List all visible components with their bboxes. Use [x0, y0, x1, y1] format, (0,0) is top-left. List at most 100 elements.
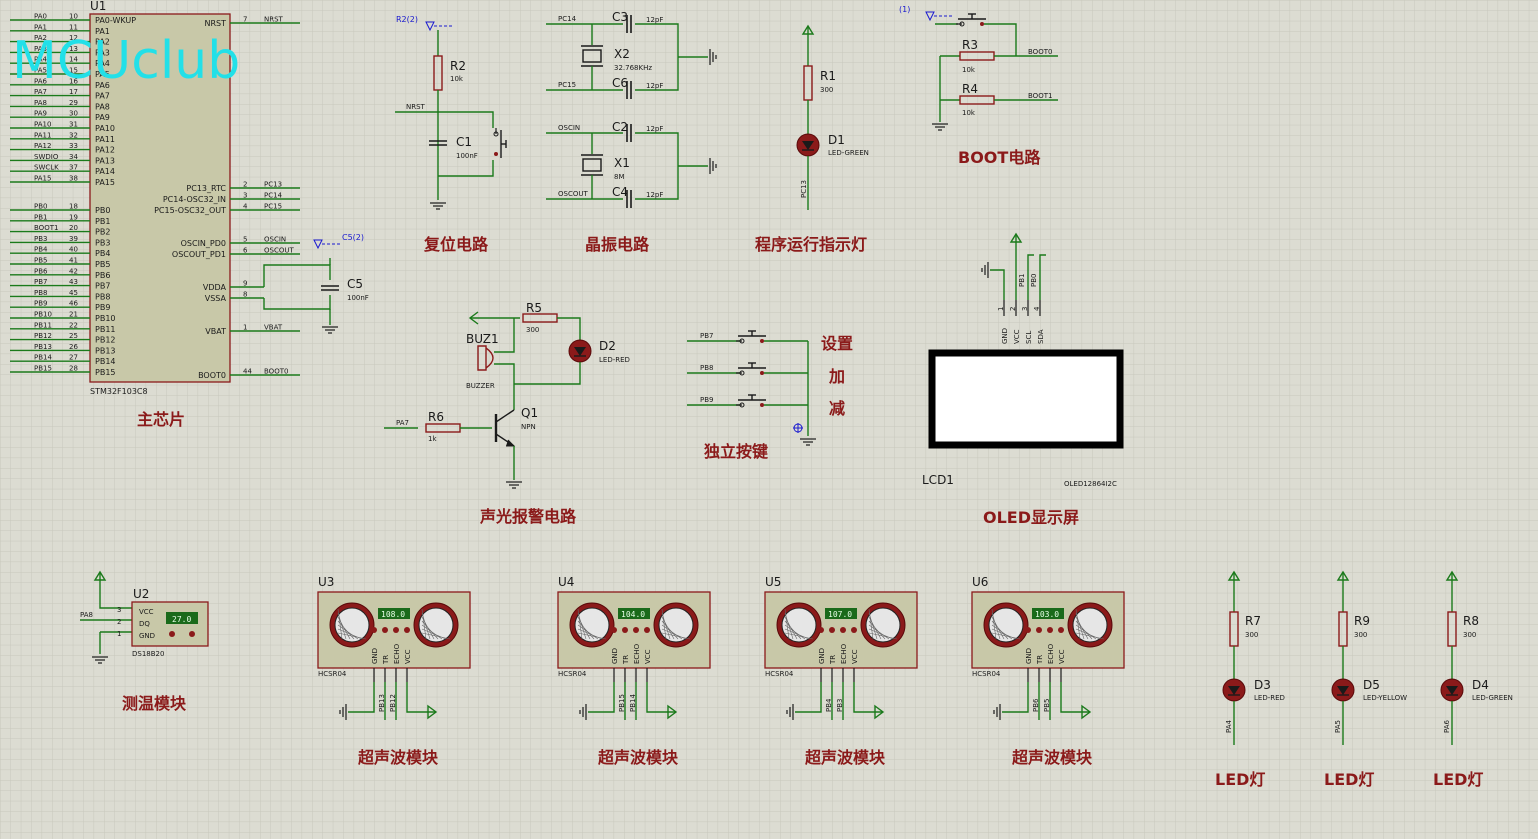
mcu-pin-num: 6	[243, 247, 248, 255]
mcu-pin-net: PB15	[34, 365, 52, 373]
ds-part: DS18B20	[132, 650, 164, 658]
caption-ultrasonic: 超声波模块	[804, 748, 886, 767]
mcu-pin-net: SWCLK	[34, 164, 59, 172]
mcu-pin-net: BOOT0	[264, 368, 288, 376]
ultra-part: HCSR04	[558, 670, 587, 678]
mcu-pin-name: PB2	[95, 228, 110, 237]
mcu-pin-num: 4	[243, 203, 248, 211]
caption-crystal: 晶振电路	[585, 235, 650, 254]
mcu-pin-name: PB0	[95, 206, 110, 215]
boot-probe: (1)	[899, 5, 910, 14]
mcu-pin-name: PA9	[95, 113, 110, 122]
mcu-pin-num: 28	[69, 365, 78, 373]
ultra-net-echo: PB14	[629, 694, 637, 712]
mcu-pin-name: PB3	[95, 238, 110, 247]
caption-ultrasonic: 超声波模块	[1011, 748, 1093, 767]
ultra-ref: U6	[972, 575, 988, 589]
mcu-pin-net: SWDIO	[34, 153, 59, 161]
caption-key-set: 设置	[821, 334, 853, 353]
mcu-pin-net: PB8	[34, 289, 47, 297]
oled-pin-label: GND	[1001, 328, 1009, 344]
ultra-reading: 107.0	[828, 610, 852, 619]
mcu-pin-name: PA11	[95, 135, 115, 144]
boot1-net: BOOT1	[1028, 92, 1052, 100]
led-r-value: 300	[1463, 631, 1476, 639]
mcu-pin-name: OSCIN_PD0	[181, 239, 226, 248]
mcu-pin-net: NRST	[264, 16, 284, 24]
r4-value: 10k	[962, 109, 976, 117]
mcu-pin-net: PC15	[264, 203, 282, 211]
c3-value: 12pF	[646, 16, 663, 24]
mcu-pin-name: PA14	[95, 167, 115, 176]
mcu-pin-num: 29	[69, 99, 78, 107]
ds-pin-vcc: VCC	[139, 608, 154, 616]
net-oscin: OSCIN	[558, 124, 580, 132]
ds-net: PA8	[80, 611, 93, 619]
mcu-pin-name: PC14-OSC32_IN	[163, 195, 226, 204]
caption-alarm: 声光报警电路	[479, 507, 577, 526]
caption-ultrasonic: 超声波模块	[597, 748, 679, 767]
c2-ref: C2	[612, 120, 628, 134]
mcu-pin-num: 2	[243, 181, 247, 189]
mcu-pin-name: PB12	[95, 336, 116, 345]
net-pc15: PC15	[558, 81, 576, 89]
mcu-pin-net: PB4	[34, 246, 48, 254]
mcu-pin-name: PA15	[95, 178, 115, 187]
mcu-pin-net: PA15	[34, 175, 51, 183]
mcu-pin-num: 44	[243, 368, 252, 376]
ultra-net-trig: PB6	[1032, 698, 1040, 712]
ultra-pin-label: TR	[1036, 655, 1044, 665]
ds-pin-dq: DQ	[139, 620, 150, 628]
mcu-pin-net: PB10	[34, 311, 52, 319]
mcu-pin-num: 39	[69, 235, 78, 243]
led-r-ref: R9	[1354, 614, 1370, 628]
mcu-ref: U1	[90, 0, 106, 13]
oled-pin-num: 3	[1021, 307, 1029, 311]
led-d-value: LED-RED	[1254, 694, 1285, 702]
mcu-pin-net: PB13	[34, 343, 52, 351]
mcu-pin-name: PB8	[95, 292, 110, 301]
ultra-pin-label: VCC	[1058, 649, 1066, 664]
ultra-net-echo: PB3	[836, 699, 844, 712]
ultra-pin-label: GND	[1025, 648, 1033, 664]
mcu-pin-net: PB9	[34, 300, 47, 308]
mcu-pin-name: PB10	[95, 314, 116, 323]
ultra-net-trig: PB4	[825, 698, 833, 712]
mcu-pin-num: 10	[69, 13, 78, 21]
ultra-pin-label: TR	[382, 655, 390, 665]
mcu-pin-net: PB1	[34, 213, 47, 221]
mcu-pin-num: 21	[69, 311, 78, 319]
ultra-net-trig: PB13	[378, 694, 386, 712]
key1-net: PB7	[700, 332, 713, 340]
ultra-pin-label: VCC	[851, 649, 859, 664]
mcu-pin-name: PB15	[95, 368, 116, 377]
mcu-pin-net: PB7	[34, 278, 47, 286]
mcu-pin-num: 25	[69, 332, 78, 340]
mcu-pin-name: PA12	[95, 146, 115, 155]
d1-ref: D1	[828, 133, 845, 147]
oled-net-pb1: PB1	[1018, 274, 1026, 287]
ultra-net-trig: PB15	[618, 694, 626, 712]
led-r-ref: R8	[1463, 614, 1479, 628]
mcu-pin-num: 33	[69, 142, 78, 150]
led-d-value: LED-GREEN	[1472, 694, 1513, 702]
mcu-pin-num: 19	[69, 213, 78, 221]
mcu-pin-net: PB11	[34, 321, 52, 329]
ds-pinnum-2: 2	[117, 618, 121, 626]
c5-value: 100nF	[347, 294, 369, 302]
ultra-net-echo: PB5	[1043, 699, 1051, 712]
x2-value: 32.768KHz	[614, 64, 652, 72]
mcu-pin-name: PB7	[95, 282, 110, 291]
led-net: PA5	[1334, 720, 1342, 733]
mcu-pin-net: OSCOUT	[264, 247, 294, 255]
caption-led: LED灯	[1215, 770, 1265, 789]
mcu-pin-num: 18	[69, 203, 78, 211]
oled-pin-label: SCL	[1025, 331, 1033, 344]
mcu-pin-num: 8	[243, 291, 247, 299]
c4-ref: C4	[612, 185, 628, 199]
boot0-net: BOOT0	[1028, 48, 1052, 56]
mcu-pin-net: PA12	[34, 142, 51, 150]
caption-led: LED灯	[1433, 770, 1483, 789]
ultra-reading: 104.0	[621, 610, 645, 619]
caption-boot: BOOT电路	[958, 148, 1041, 167]
